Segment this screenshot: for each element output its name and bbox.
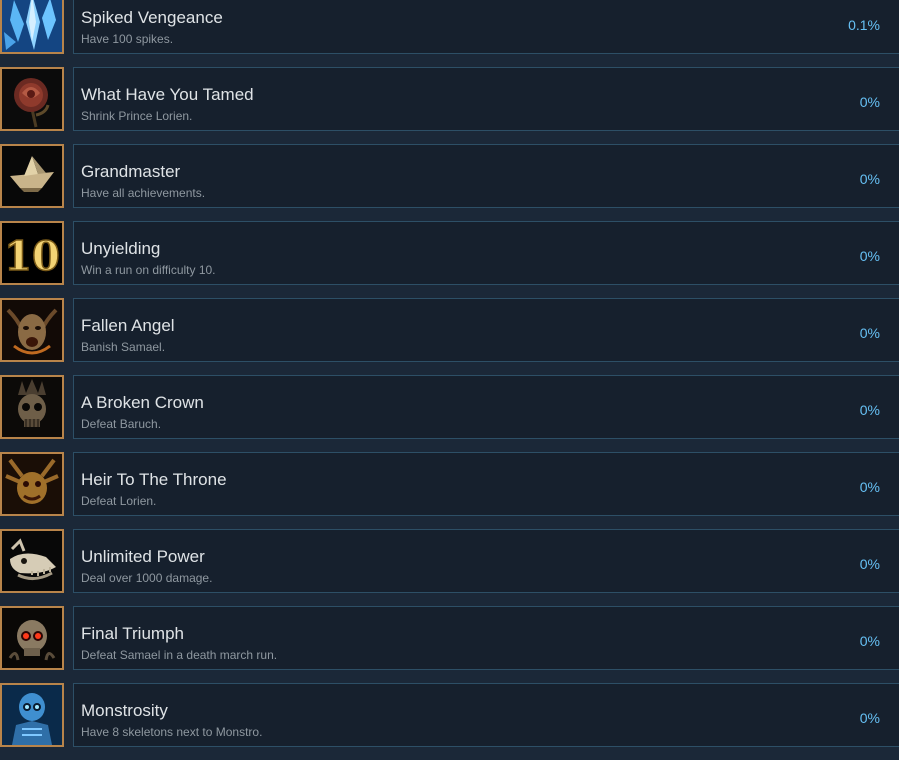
red-eyed-skull-icon	[0, 606, 64, 670]
demon-face-icon	[0, 298, 64, 362]
achievement-description: Have 8 skeletons next to Monstro.	[81, 725, 263, 739]
achievement-panel: Spiked Vengeance Have 100 spikes. 0.1%	[73, 0, 899, 54]
achievement-percent: 0%	[859, 479, 880, 495]
achievement-row[interactable]: Final Triumph Defeat Samael in a death m…	[0, 606, 899, 670]
achievement-description: Have 100 spikes.	[81, 32, 174, 46]
achievement-percent: 0%	[859, 171, 880, 187]
achievement-percent: 0%	[859, 325, 880, 341]
achievement-panel: What Have You Tamed Shrink Prince Lorien…	[73, 67, 899, 131]
achievement-row[interactable]: Fallen Angel Banish Samael. 0%	[0, 298, 899, 362]
achievement-percent: 0%	[859, 94, 880, 110]
achievement-title: Final Triumph	[81, 624, 184, 643]
achievement-list: Spiked Vengeance Have 100 spikes. 0.1% W…	[0, 0, 899, 760]
achievement-panel: Unlimited Power Deal over 1000 damage. 0…	[73, 529, 899, 593]
achievement-row[interactable]: What Have You Tamed Shrink Prince Lorien…	[0, 67, 899, 131]
achievement-description: Deal over 1000 damage.	[81, 571, 213, 585]
achievement-title: A Broken Crown	[81, 393, 204, 412]
blue-skeleton-icon	[0, 683, 64, 747]
achievement-row[interactable]: 10 Unyielding Win a run on difficulty 10…	[0, 221, 899, 285]
achievement-row[interactable]: Unlimited Power Deal over 1000 damage. 0…	[0, 529, 899, 593]
difficulty-ten-icon: 10	[0, 221, 64, 285]
achievement-title: Monstrosity	[81, 701, 168, 720]
achievement-description: Defeat Baruch.	[81, 417, 162, 431]
achievement-description: Have all achievements.	[81, 186, 206, 200]
achievement-description: Shrink Prince Lorien.	[81, 109, 193, 123]
achievement-panel: Unyielding Win a run on difficulty 10. 0…	[73, 221, 899, 285]
achievement-title: Unlimited Power	[81, 547, 205, 566]
achievement-title: Spiked Vengeance	[81, 8, 223, 27]
achievement-percent: 0%	[859, 710, 880, 726]
beast-skull-icon	[0, 529, 64, 593]
achievement-panel: Monstrosity Have 8 skeletons next to Mon…	[73, 683, 899, 747]
achievement-title: Unyielding	[81, 239, 161, 258]
achievement-panel: Grandmaster Have all achievements. 0%	[73, 144, 899, 208]
difficulty-ten-label: 10	[4, 233, 60, 280]
crowned-skull-icon	[0, 375, 64, 439]
achievement-row[interactable]: Monstrosity Have 8 skeletons next to Mon…	[0, 683, 899, 747]
achievement-percent: 0%	[859, 556, 880, 572]
achievement-percent: 0%	[859, 633, 880, 649]
achievement-title: What Have You Tamed	[81, 85, 254, 104]
achievement-description: Defeat Lorien.	[81, 494, 157, 508]
achievement-description: Defeat Samael in a death march run.	[81, 648, 278, 662]
achievement-row[interactable]: Spiked Vengeance Have 100 spikes. 0.1%	[0, 0, 899, 54]
achievement-title: Fallen Angel	[81, 316, 175, 335]
rose-icon	[0, 67, 64, 131]
achievement-panel: A Broken Crown Defeat Baruch. 0%	[73, 375, 899, 439]
achievement-percent: 0.1%	[848, 17, 880, 33]
achievement-percent: 0%	[859, 402, 880, 418]
achievement-panel: Fallen Angel Banish Samael. 0%	[73, 298, 899, 362]
achievement-description: Banish Samael.	[81, 340, 166, 354]
achievement-title: Heir To The Throne	[81, 470, 227, 489]
achievement-title: Grandmaster	[81, 162, 181, 181]
achievement-row[interactable]: Grandmaster Have all achievements. 0%	[0, 144, 899, 208]
horned-demon-icon	[0, 452, 64, 516]
achievement-description: Win a run on difficulty 10.	[81, 263, 216, 277]
achievement-percent: 0%	[859, 248, 880, 264]
achievement-panel: Final Triumph Defeat Samael in a death m…	[73, 606, 899, 670]
paper-boat-icon	[0, 144, 64, 208]
achievement-panel: Heir To The Throne Defeat Lorien. 0%	[73, 452, 899, 516]
ice-shard-icon	[0, 0, 64, 54]
achievement-row[interactable]: A Broken Crown Defeat Baruch. 0%	[0, 375, 899, 439]
achievement-row[interactable]: Heir To The Throne Defeat Lorien. 0%	[0, 452, 899, 516]
